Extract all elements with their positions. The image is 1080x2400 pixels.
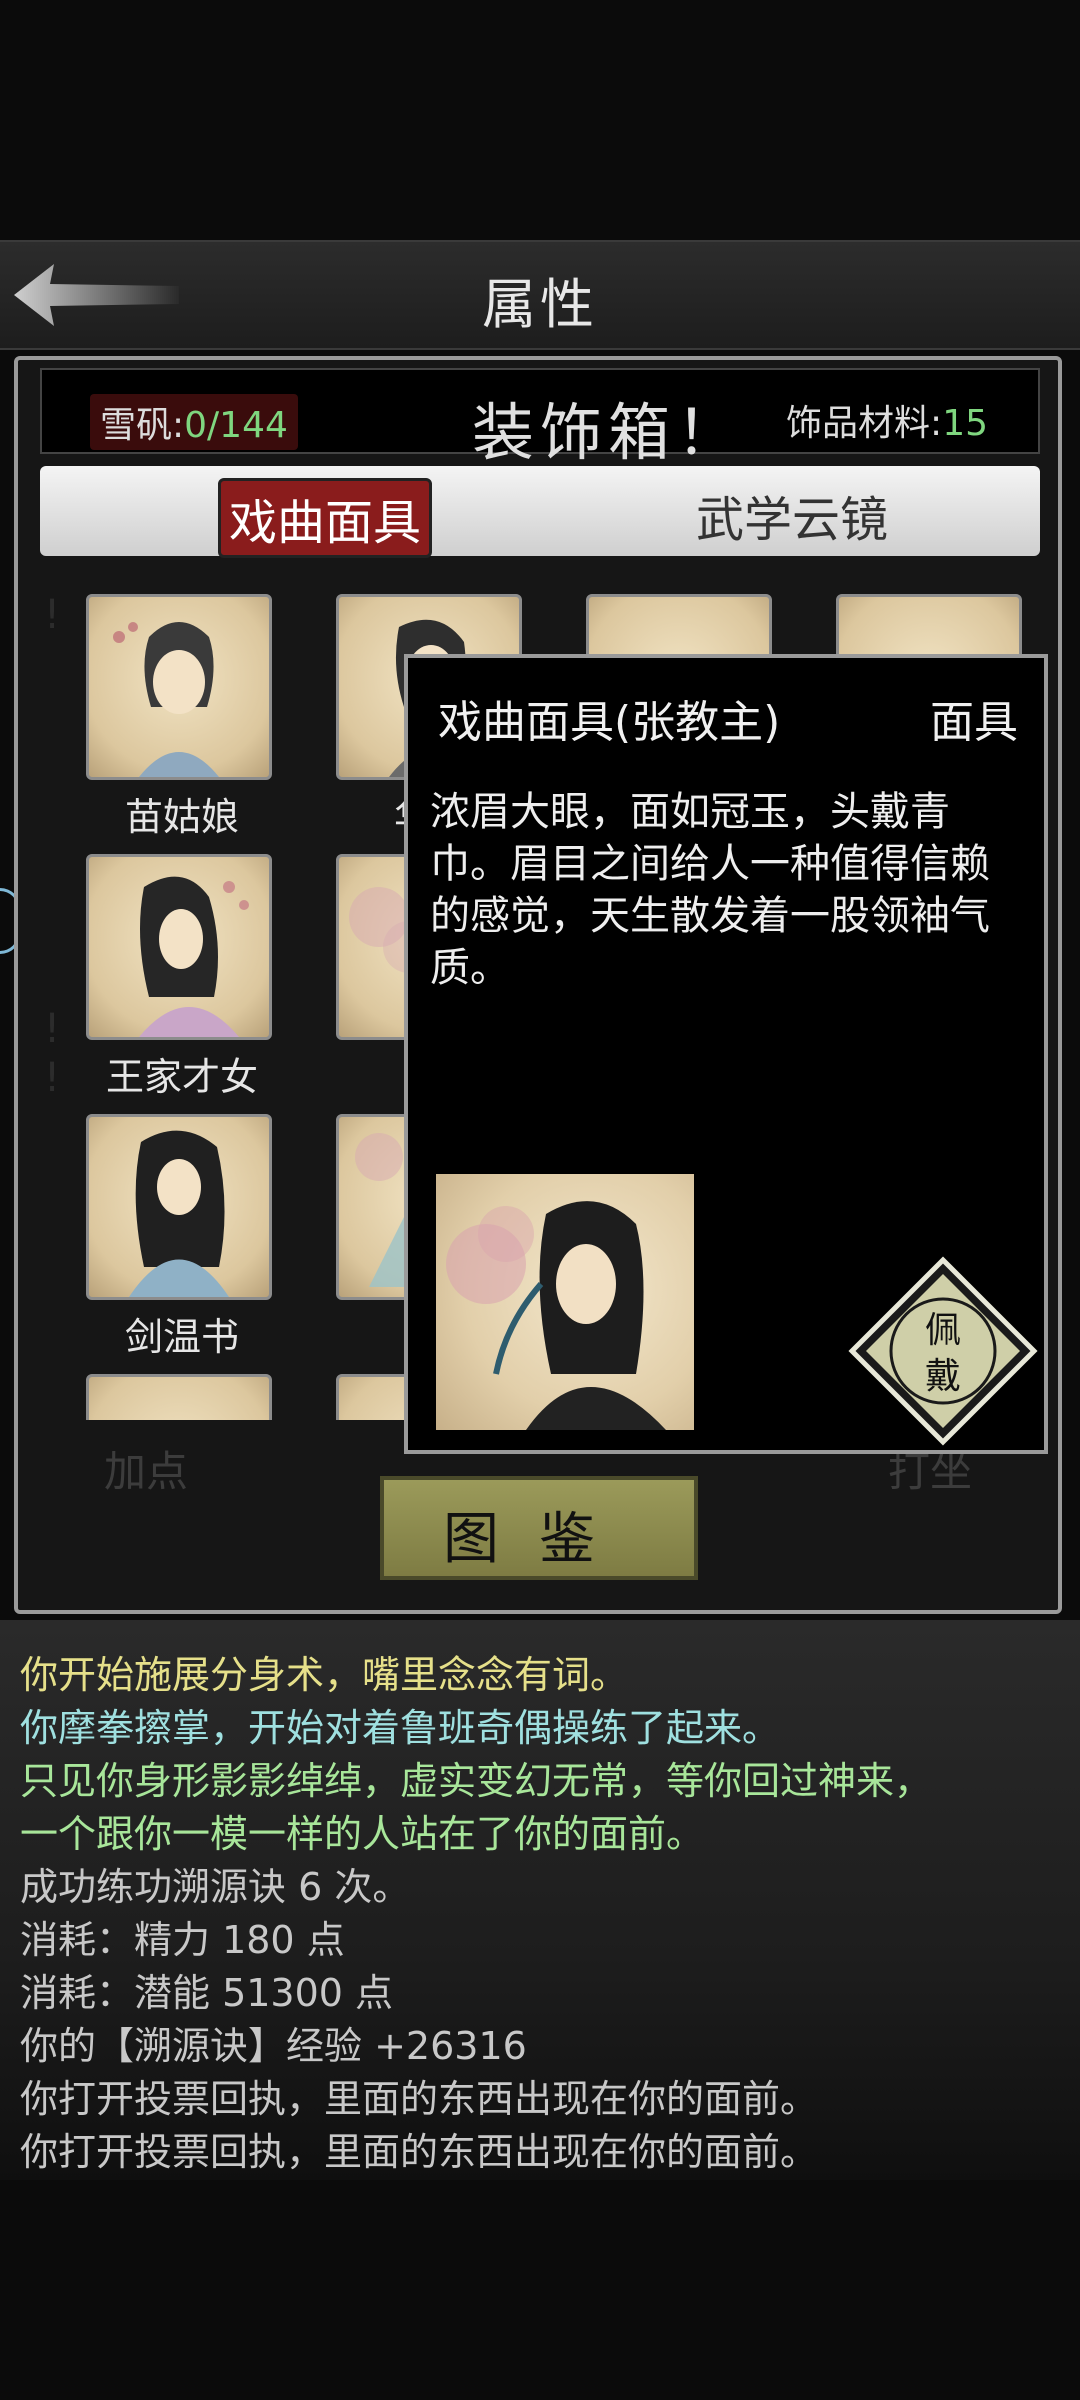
mask-portrait-image[interactable]	[86, 1374, 272, 1420]
box-header: 雪矾:0/144 装饰箱！ 饰品材料:15	[40, 368, 1040, 469]
tab-martial-mirror[interactable]: 武学云镜	[688, 478, 896, 552]
item-type: 面具	[930, 697, 1018, 748]
snow-alum-counter: 雪矾:0/144	[90, 394, 298, 450]
wear-label-bottom: 戴	[925, 1356, 961, 1397]
mask-card-label: 苗姑娘	[124, 795, 239, 839]
mask-portrait-image[interactable]	[86, 854, 272, 1040]
snow-alum-value: 0/144	[184, 405, 288, 446]
add-points-button[interactable]: 加点	[104, 1438, 188, 1499]
log-line: 你开始施展分身术，嘴里念念有词。	[20, 1653, 629, 1697]
background-text: !	[44, 1055, 61, 1101]
wear-button[interactable]: 佩 戴	[848, 1256, 1038, 1446]
log-line: 只见你身形影影绰绰，虚实变幻无常，等你回过神来，	[20, 1759, 933, 1803]
mask-card[interactable]	[86, 1374, 278, 1420]
tab-opera-mask[interactable]: 戏曲面具	[218, 478, 433, 558]
top-bar: 属性	[0, 240, 1080, 350]
log-line: 你打开投票回执，里面的东西出现在你的面前。	[20, 2077, 819, 2121]
mask-card[interactable]: 王家才女	[86, 854, 278, 1101]
material-counter: 饰品材料:15	[786, 394, 988, 446]
log-line: 一个跟你一模一样的人站在了你的面前。	[20, 1812, 705, 1856]
log-line: 成功练功溯源诀 6 次。	[20, 1865, 411, 1909]
item-portrait-image	[436, 1174, 694, 1430]
atlas-button-label: 图鉴	[443, 1507, 635, 1572]
mask-portrait-image[interactable]	[86, 1114, 272, 1300]
atlas-button[interactable]: 图鉴	[380, 1476, 698, 1580]
log-line: 你摩拳擦掌，开始对着鲁班奇偶操练了起来。	[20, 1706, 781, 1750]
page-title: 属性	[482, 273, 598, 336]
log-line: 消耗：潜能 51300 点	[20, 1971, 394, 2015]
message-log: 你开始施展分身术，嘴里念念有词。你摩拳擦掌，开始对着鲁班奇偶操练了起来。只见你身…	[0, 1620, 1080, 2180]
mask-card[interactable]: 苗姑娘	[86, 594, 278, 841]
material-label: 饰品材料:	[786, 403, 943, 444]
mask-card[interactable]: 剑温书	[86, 1114, 278, 1361]
wear-label-top: 佩	[925, 1310, 961, 1351]
material-value: 15	[942, 403, 988, 444]
box-title: 装饰箱！	[472, 396, 745, 469]
mask-card-label: 王家才女	[105, 1055, 258, 1099]
item-description: 浓眉大眼，面如冠玉，头戴青巾。眉目之间给人一种值得信赖的感觉，天生散发着一股领袖…	[430, 789, 990, 991]
background-text: !	[44, 592, 61, 638]
log-line: 消耗：精力 180 点	[20, 1918, 345, 1962]
mask-card-label: 剑温书	[124, 1315, 239, 1359]
tab-bar: 戏曲面具 武学云镜	[40, 466, 1040, 558]
mask-detail-popup: 戏曲面具(张教主) 面具 浓眉大眼，面如冠玉，头戴青巾。眉目之间给人一种值得信赖…	[404, 654, 1048, 1454]
item-name: 戏曲面具(张教主)	[438, 697, 781, 748]
log-line: 你的【溯源诀】经验 +26316	[20, 2024, 527, 2068]
mask-portrait-image[interactable]	[86, 594, 272, 780]
background-text: !	[44, 1006, 61, 1052]
snow-alum-label: 雪矾:	[100, 405, 185, 446]
log-line: 你打开投票回执，里面的东西出现在你的面前。	[20, 2130, 819, 2174]
